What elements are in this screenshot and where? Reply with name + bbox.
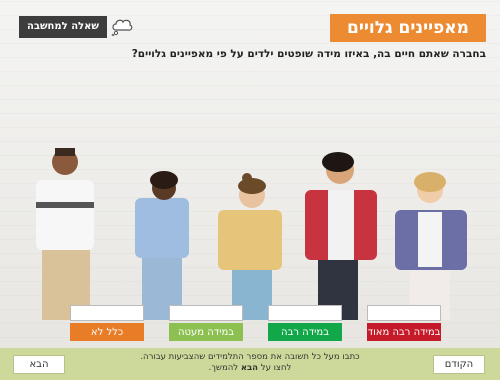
instruction-text: להמשך. [208, 363, 241, 373]
answer-label: במידה רבה [268, 323, 342, 341]
answer-label: במידה מעטה [169, 323, 243, 341]
answer-not-at-all: כלל לא [70, 305, 144, 341]
thinking-question-tag: שאלה למחשבה [19, 15, 133, 39]
footer-bar: הבא כתבו מעל כל תשובה את מספר התלמידים ש… [0, 348, 500, 380]
person-figure [135, 171, 189, 320]
answer-a-little: במידה מעטה [169, 305, 243, 341]
answer-count-input[interactable] [367, 305, 441, 321]
instruction-line-2: לחצו על הבא להמשך. [80, 363, 420, 374]
instruction-text: לחצו על [258, 363, 292, 373]
slide: שאלה למחשבה מאפיינים גלויים בחברה שאתם ח… [0, 0, 500, 380]
thinking-question-label: שאלה למחשבה [19, 16, 107, 38]
instruction-line-1: כתבו מעל כל תשובה את מספר התלמידים שהצבי… [140, 352, 360, 362]
answer-count-input[interactable] [169, 305, 243, 321]
answer-very-much: במידה רבה מאוד [367, 305, 441, 341]
answer-count-input[interactable] [268, 305, 342, 321]
instruction-bold: הבא [240, 363, 259, 373]
footer-instructions: כתבו מעל כל תשובה את מספר התלמידים שהצבי… [80, 352, 420, 374]
person-figure [36, 148, 94, 320]
answer-label: במידה רבה מאוד [367, 323, 441, 341]
person-figure [218, 173, 282, 320]
answer-much: במידה רבה [268, 305, 342, 341]
person-figure [305, 152, 377, 320]
prev-button[interactable]: הקודם [433, 355, 485, 374]
thought-cloud-icon [111, 19, 133, 36]
next-button[interactable]: הבא [13, 355, 65, 374]
answer-label: כלל לא [70, 323, 144, 341]
person-figure [395, 172, 467, 320]
answer-count-input[interactable] [70, 305, 144, 321]
question-text: בחברה שאתם חיים בה, באיזו מידה שופטים יל… [131, 48, 486, 60]
page-title: מאפיינים גלויים [330, 14, 486, 42]
